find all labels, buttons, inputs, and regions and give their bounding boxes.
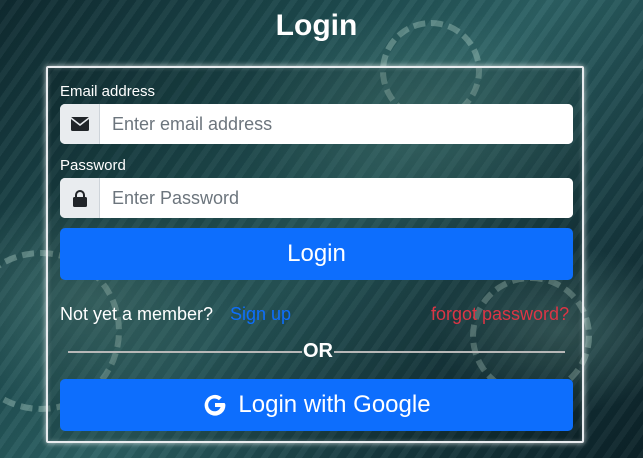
forgot-password-link[interactable]: forgot password?	[431, 302, 569, 326]
google-login-button[interactable]: Login with Google	[60, 379, 573, 431]
lock-icon	[60, 178, 100, 218]
google-icon	[202, 392, 228, 418]
or-divider: OR	[303, 340, 333, 362]
login-button[interactable]: Login	[60, 228, 573, 280]
email-label: Email address	[60, 83, 156, 100]
envelope-icon	[60, 104, 100, 144]
email-input-group	[60, 104, 573, 144]
password-label: Password	[60, 157, 126, 174]
divider-line-left	[68, 351, 302, 353]
google-login-label: Login with Google	[238, 391, 431, 418]
page-title: Login	[275, 9, 358, 42]
not-member-text: Not yet a member?	[60, 304, 214, 324]
password-input-group	[60, 178, 573, 218]
divider-line-right	[334, 351, 565, 353]
password-field[interactable]	[100, 178, 573, 218]
email-field[interactable]	[100, 104, 573, 144]
signup-link[interactable]: Sign up	[230, 302, 291, 326]
